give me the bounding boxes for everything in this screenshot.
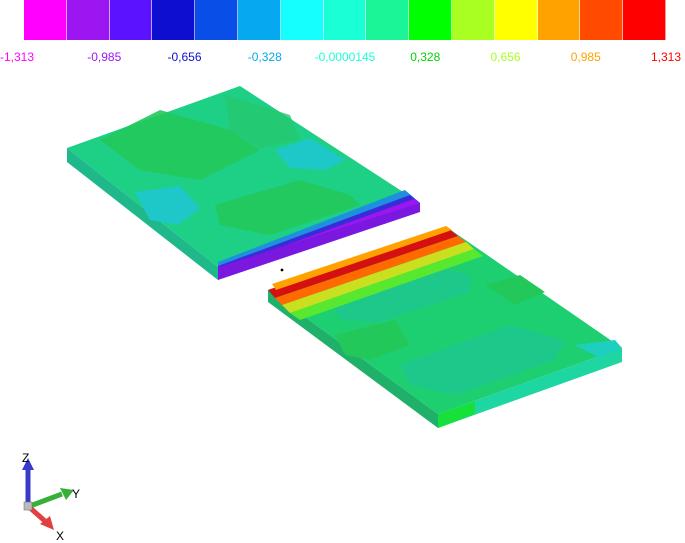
- axis-triad[interactable]: Z Y X: [22, 451, 80, 543]
- y-axis-label: Y: [72, 487, 80, 501]
- z-axis-label: Z: [22, 451, 29, 465]
- y-axis-shaft: [29, 491, 63, 509]
- left-plate: [67, 86, 420, 280]
- x-axis-label: X: [56, 529, 64, 543]
- gap-point-marker: [280, 268, 284, 272]
- model-viewport[interactable]: Z Y X: [0, 0, 685, 543]
- right-plate: [268, 226, 622, 428]
